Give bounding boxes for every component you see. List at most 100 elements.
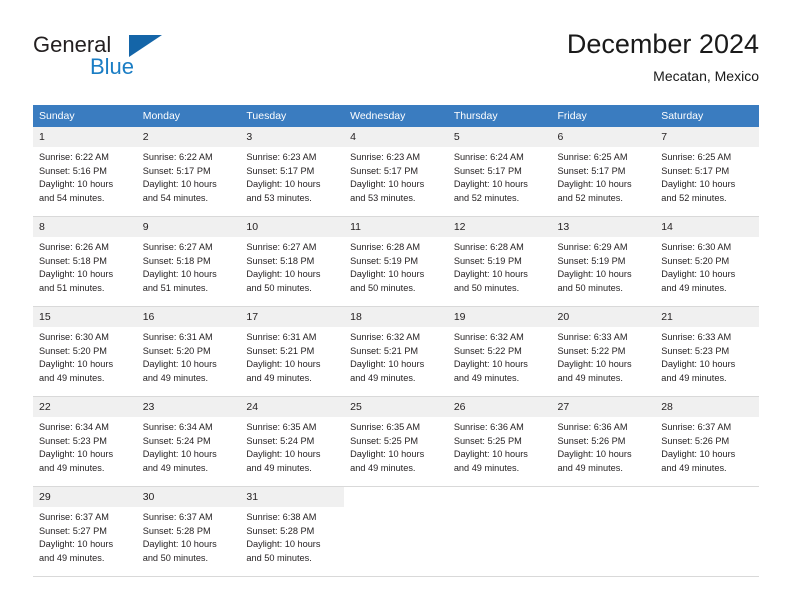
daylight-text-line2: and 49 minutes.: [661, 372, 727, 383]
sunset-text: Sunset: 5:22 PM: [557, 345, 626, 356]
calendar-cell: 20 Sunrise: 6:33 AM Sunset: 5:22 PM Dayligh…: [551, 307, 656, 397]
weekday-header-sunday: Sunday: [33, 105, 137, 127]
sunrise-text: Sunrise: 6:30 AM: [661, 242, 732, 252]
daylight-text-line2: and 53 minutes.: [350, 192, 416, 203]
sunrise-text: Sunrise: 6:36 AM: [557, 422, 628, 432]
day-number: 29: [33, 487, 137, 507]
day-info: Sunrise: 6:33 AM Sunset: 5:22 PM Daylight:…: [552, 327, 656, 385]
day-info: Sunrise: 6:27 AM Sunset: 5:18 PM Daylight:…: [137, 237, 241, 295]
day-number: 26: [447, 397, 552, 417]
day-cell[interactable]: 18 Sunrise: 6:32 AM Sunset: 5:21 PM Dayligh…: [344, 307, 448, 397]
calendar-page: General Blue December 2024 Mecatan, Mexi…: [0, 0, 792, 612]
sunset-text: Sunset: 5:18 PM: [39, 255, 107, 266]
calendar-cell: 29 Sunrise: 6:37 AM Sunset: 5:27 PM Dayligh…: [33, 487, 137, 577]
sunrise-text: Sunrise: 6:26 AM: [39, 242, 109, 252]
daylight-text-line1: Daylight: 10 hours: [142, 179, 217, 190]
sunrise-text: Sunrise: 6:31 AM: [246, 332, 317, 342]
day-cell[interactable]: 20 Sunrise: 6:33 AM Sunset: 5:22 PM Dayligh…: [551, 307, 656, 397]
day-cell[interactable]: 28 Sunrise: 6:37 AM Sunset: 5:26 PM Dayligh…: [655, 397, 759, 487]
day-cell[interactable]: 10 Sunrise: 6:27 AM Sunset: 5:18 PM Dayligh…: [240, 217, 345, 307]
daylight-text-line1: Daylight: 10 hours: [557, 269, 632, 280]
calendar-cell: 16 Sunrise: 6:31 AM Sunset: 5:20 PM Dayligh…: [136, 307, 241, 397]
sunset-text: Sunset: 5:24 PM: [246, 435, 315, 446]
day-number: 24: [240, 397, 345, 417]
daylight-text-line2: and 49 minutes.: [350, 372, 416, 383]
day-cell[interactable]: 12 Sunrise: 6:28 AM Sunset: 5:19 PM Dayligh…: [447, 217, 552, 307]
sunset-text: Sunset: 5:16 PM: [39, 165, 107, 176]
day-cell[interactable]: 15 Sunrise: 6:30 AM Sunset: 5:20 PM Dayligh…: [33, 307, 137, 397]
sunset-text: Sunset: 5:28 PM: [142, 525, 211, 536]
day-cell[interactable]: 8 Sunrise: 6:26 AM Sunset: 5:18 PM Daylight…: [33, 217, 137, 307]
day-number: 18: [344, 307, 448, 327]
day-info: Sunrise: 6:32 AM Sunset: 5:22 PM Daylight:…: [448, 327, 552, 385]
sunrise-text: Sunrise: 6:24 AM: [453, 152, 524, 162]
day-cell[interactable]: 14 Sunrise: 6:30 AM Sunset: 5:20 PM Dayligh…: [655, 217, 759, 307]
day-number: [447, 487, 552, 507]
day-cell[interactable]: 6 Sunrise: 6:25 AM Sunset: 5:17 PM Daylight…: [551, 127, 656, 217]
sunset-text: Sunset: 5:17 PM: [453, 165, 522, 176]
day-cell[interactable]: 7 Sunrise: 6:25 AM Sunset: 5:17 PM Daylight…: [655, 127, 759, 217]
day-cell[interactable]: 16 Sunrise: 6:31 AM Sunset: 5:20 PM Dayligh…: [136, 307, 241, 397]
sunset-text: Sunset: 5:18 PM: [246, 255, 315, 266]
day-cell[interactable]: 4 Sunrise: 6:23 AM Sunset: 5:17 PM Daylight…: [344, 127, 448, 217]
day-cell[interactable]: 19 Sunrise: 6:32 AM Sunset: 5:22 PM Dayligh…: [447, 307, 552, 397]
day-cell[interactable]: 21 Sunrise: 6:33 AM Sunset: 5:23 PM Dayligh…: [655, 307, 759, 397]
day-number: 12: [447, 217, 552, 237]
daylight-text-line1: Daylight: 10 hours: [350, 449, 425, 460]
day-number: 23: [136, 397, 241, 417]
daylight-text-line1: Daylight: 10 hours: [142, 269, 217, 280]
sunrise-text: Sunrise: 6:27 AM: [246, 242, 317, 252]
sunset-text: Sunset: 5:19 PM: [350, 255, 419, 266]
day-cell[interactable]: 31 Sunrise: 6:38 AM Sunset: 5:28 PM Dayligh…: [240, 487, 345, 577]
day-cell[interactable]: 22 Sunrise: 6:34 AM Sunset: 5:23 PM Dayligh…: [33, 397, 137, 487]
calendar-cell: 18 Sunrise: 6:32 AM Sunset: 5:21 PM Dayligh…: [344, 307, 448, 397]
day-cell[interactable]: 9 Sunrise: 6:27 AM Sunset: 5:18 PM Daylight…: [136, 217, 241, 307]
day-cell[interactable]: 1 Sunrise: 6:22 AM Sunset: 5:16 PM Daylight…: [33, 127, 137, 217]
day-info: Sunrise: 6:37 AM Sunset: 5:26 PM Daylight:…: [655, 417, 759, 475]
day-cell[interactable]: 26 Sunrise: 6:36 AM Sunset: 5:25 PM Dayligh…: [447, 397, 552, 487]
daylight-text-line1: Daylight: 10 hours: [350, 359, 425, 370]
day-info: Sunrise: 6:25 AM Sunset: 5:17 PM Daylight:…: [552, 147, 656, 205]
sunrise-text: Sunrise: 6:25 AM: [557, 152, 628, 162]
day-info: Sunrise: 6:23 AM Sunset: 5:17 PM Daylight:…: [240, 147, 344, 205]
day-info: Sunrise: 6:32 AM Sunset: 5:21 PM Daylight:…: [344, 327, 448, 385]
day-cell[interactable]: 24 Sunrise: 6:35 AM Sunset: 5:24 PM Dayligh…: [240, 397, 345, 487]
daylight-text-line2: and 53 minutes.: [246, 192, 312, 203]
calendar-cell: [551, 487, 656, 577]
day-info: Sunrise: 6:27 AM Sunset: 5:18 PM Daylight:…: [240, 237, 344, 295]
day-cell[interactable]: 2 Sunrise: 6:22 AM Sunset: 5:17 PM Daylight…: [136, 127, 241, 217]
sunrise-text: Sunrise: 6:33 AM: [557, 332, 628, 342]
day-number: 20: [551, 307, 656, 327]
calendar-cell: 15 Sunrise: 6:30 AM Sunset: 5:20 PM Dayligh…: [33, 307, 137, 397]
weekday-header-friday: Friday: [551, 105, 656, 127]
day-cell[interactable]: 5 Sunrise: 6:24 AM Sunset: 5:17 PM Daylight…: [447, 127, 552, 217]
day-cell[interactable]: 3 Sunrise: 6:23 AM Sunset: 5:17 PM Daylight…: [240, 127, 345, 217]
day-cell[interactable]: 23 Sunrise: 6:34 AM Sunset: 5:24 PM Dayligh…: [136, 397, 241, 487]
calendar-cell: 2 Sunrise: 6:22 AM Sunset: 5:17 PM Daylight…: [136, 127, 241, 217]
day-cell[interactable]: 29 Sunrise: 6:37 AM Sunset: 5:27 PM Dayligh…: [33, 487, 137, 577]
daylight-text-line2: and 52 minutes.: [557, 192, 623, 203]
day-number: 31: [240, 487, 345, 507]
sunrise-text: Sunrise: 6:28 AM: [350, 242, 421, 252]
day-cell[interactable]: 25 Sunrise: 6:35 AM Sunset: 5:25 PM Dayligh…: [344, 397, 448, 487]
calendar-table: Sunday Monday Tuesday Wednesday Thursday…: [33, 105, 759, 577]
day-cell[interactable]: 27 Sunrise: 6:36 AM Sunset: 5:26 PM Dayligh…: [551, 397, 656, 487]
day-info: Sunrise: 6:34 AM Sunset: 5:23 PM Daylight:…: [33, 417, 137, 475]
daylight-text-line1: Daylight: 10 hours: [246, 359, 321, 370]
day-number: 6: [551, 127, 656, 147]
sunset-text: Sunset: 5:28 PM: [246, 525, 315, 536]
daylight-text-line1: Daylight: 10 hours: [39, 539, 114, 550]
day-info: Sunrise: 6:31 AM Sunset: 5:21 PM Daylight:…: [240, 327, 344, 385]
daylight-text-line2: and 49 minutes.: [350, 462, 416, 473]
day-cell[interactable]: 30 Sunrise: 6:37 AM Sunset: 5:28 PM Dayligh…: [136, 487, 241, 577]
general-blue-logo[interactable]: General Blue: [33, 32, 213, 88]
day-cell[interactable]: 17 Sunrise: 6:31 AM Sunset: 5:21 PM Dayligh…: [240, 307, 345, 397]
day-cell[interactable]: 11 Sunrise: 6:28 AM Sunset: 5:19 PM Dayligh…: [344, 217, 448, 307]
sunrise-text: Sunrise: 6:38 AM: [246, 512, 317, 522]
sunrise-text: Sunrise: 6:33 AM: [661, 332, 732, 342]
day-cell[interactable]: 13 Sunrise: 6:29 AM Sunset: 5:19 PM Dayligh…: [551, 217, 656, 307]
calendar-cell: 9 Sunrise: 6:27 AM Sunset: 5:18 PM Daylight…: [136, 217, 241, 307]
daylight-text-line2: and 54 minutes.: [142, 192, 209, 203]
day-number: [551, 487, 656, 507]
sunrise-text: Sunrise: 6:37 AM: [142, 512, 213, 522]
